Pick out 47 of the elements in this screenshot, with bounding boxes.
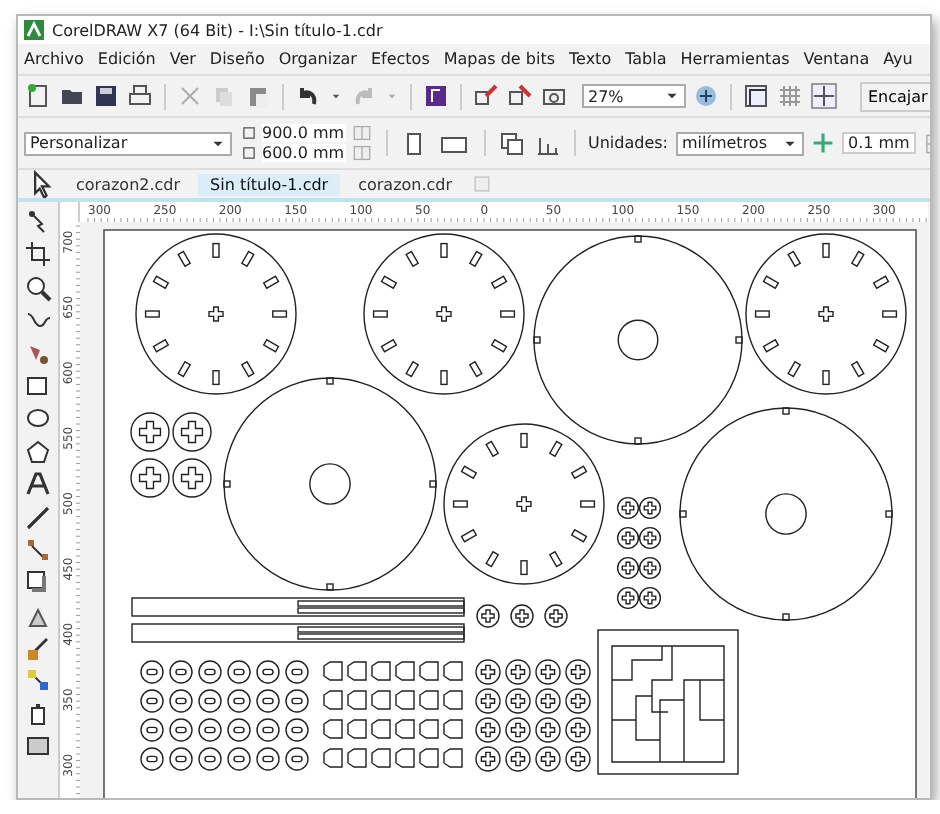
document-tab[interactable]: Sin título-1.cdr — [198, 173, 341, 195]
drop-shadow-icon[interactable] — [24, 568, 52, 597]
document-tab[interactable]: corazon.cdr — [346, 173, 465, 195]
width-icon — [240, 124, 258, 142]
menu-item[interactable]: Ventana — [803, 50, 870, 68]
window-title: CorelDRAW X7 (64 Bit) - I:\Sin título-1.cdr — [52, 21, 383, 39]
new-file-icon[interactable] — [24, 82, 52, 110]
crop-tool-icon[interactable] — [24, 240, 52, 269]
ellipse-tool-icon[interactable] — [24, 404, 52, 433]
menu-item[interactable]: Diseño — [209, 50, 265, 68]
print-icon[interactable] — [126, 82, 154, 110]
nudge-icon — [812, 132, 834, 154]
guidelines-icon[interactable] — [810, 82, 838, 110]
height-icon — [240, 144, 258, 162]
zoom-icon[interactable] — [692, 82, 720, 110]
dropdown-arrow-icon — [664, 88, 680, 104]
save-icon[interactable] — [92, 82, 120, 110]
rectangle-tool-icon[interactable] — [24, 371, 52, 400]
menu-item[interactable]: Mapas de bits — [443, 50, 556, 68]
menu-item[interactable]: Tabla — [625, 50, 667, 68]
units-dropdown[interactable]: milímetros — [676, 131, 804, 155]
connector-icon[interactable] — [24, 535, 52, 564]
page-size-dropdown[interactable]: Personalizar — [24, 131, 232, 155]
menu-item[interactable]: Archivo — [24, 50, 84, 68]
document-tab[interactable]: corazon2.cdr — [64, 173, 193, 195]
rulers-icon[interactable] — [742, 82, 770, 110]
fit-button[interactable]: Encajar — [860, 81, 930, 111]
eyedropper-icon[interactable] — [24, 634, 52, 663]
paste-icon[interactable] — [244, 82, 272, 110]
units-label: Unidades: — [588, 134, 668, 152]
menu-item[interactable]: Ayu — [883, 50, 913, 68]
menu-item[interactable]: Efectos — [370, 50, 430, 68]
nudge-field[interactable]: 0.1 mm — [842, 132, 916, 154]
undo-icon[interactable] — [294, 82, 322, 110]
polygon-tool-icon[interactable] — [24, 437, 52, 466]
pages-icon[interactable] — [498, 129, 526, 157]
menu-item[interactable]: Texto — [569, 50, 612, 68]
height-field[interactable]: 600.0 mm — [262, 144, 346, 162]
menu-item[interactable]: Ver — [169, 50, 196, 68]
menu-item[interactable]: Organizar — [278, 50, 357, 68]
menu-item[interactable]: Edición — [97, 50, 156, 68]
zoom-dropdown[interactable]: 27% — [582, 84, 686, 108]
text-tool-icon[interactable] — [24, 470, 52, 499]
menu-item[interactable]: Herramientas — [680, 50, 790, 68]
square-icon[interactable] — [422, 82, 450, 110]
zoom-tool-icon[interactable] — [24, 273, 52, 302]
width-field[interactable]: 900.0 mm — [262, 124, 346, 142]
